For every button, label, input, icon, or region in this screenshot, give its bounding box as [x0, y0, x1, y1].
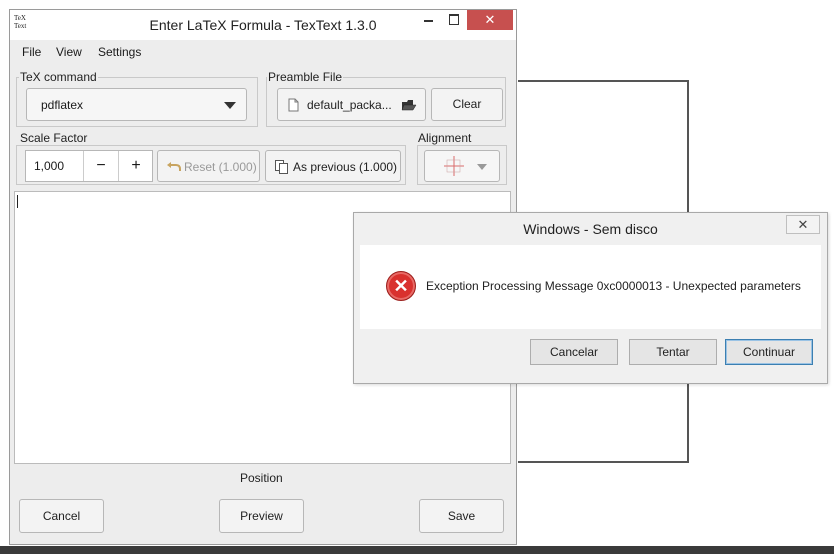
- error-dialog: Windows - Sem disco ✕ ✕ Exception Proces…: [353, 212, 828, 384]
- preamble-label: Preamble File: [267, 70, 344, 84]
- text-cursor: [17, 195, 18, 208]
- close-icon: ✕: [797, 217, 809, 232]
- close-button[interactable]: ✕: [467, 10, 513, 30]
- title-bar: TeX Text Enter LaTeX Formula - TexText 1…: [10, 10, 516, 40]
- close-icon: ✕: [484, 12, 496, 27]
- dialog-title: Windows - Sem disco: [523, 221, 658, 237]
- scale-factor-label: Scale Factor: [19, 131, 89, 145]
- preview-button[interactable]: Preview: [219, 499, 304, 533]
- alignment-select[interactable]: [424, 150, 500, 182]
- alignment-icon: [444, 156, 464, 176]
- dialog-close-button[interactable]: ✕: [786, 215, 820, 234]
- alignment-label: Alignment: [417, 131, 473, 145]
- cancelar-button[interactable]: Cancelar: [530, 339, 618, 365]
- decrement-button[interactable]: −: [84, 151, 118, 181]
- save-button[interactable]: Save: [419, 499, 504, 533]
- as-previous-button[interactable]: As previous (1.000): [265, 150, 401, 182]
- continuar-button[interactable]: Continuar: [725, 339, 813, 365]
- scale-factor-value[interactable]: 1,000: [34, 159, 64, 173]
- reset-scale-button[interactable]: Reset (1.000): [157, 150, 260, 182]
- position-label: Position: [240, 471, 283, 485]
- as-previous-label: As previous (1.000): [293, 160, 398, 174]
- reset-scale-label: Reset (1.000): [184, 160, 257, 174]
- dialog-message: Exception Processing Message 0xc0000013 …: [426, 279, 801, 293]
- minimize-icon: [424, 20, 433, 22]
- tex-command-label: TeX command: [19, 70, 98, 84]
- menu-settings[interactable]: Settings: [98, 45, 141, 59]
- maximize-button[interactable]: [439, 10, 469, 30]
- tentar-button[interactable]: Tentar: [629, 339, 717, 365]
- clear-button[interactable]: Clear: [431, 88, 503, 121]
- undo-icon: [167, 162, 181, 171]
- preamble-file-button[interactable]: default_packa...: [277, 88, 426, 121]
- copy-icon: [275, 160, 288, 174]
- increment-button[interactable]: +: [119, 151, 153, 181]
- error-icon: ✕: [386, 271, 416, 301]
- maximize-icon: [449, 14, 459, 25]
- dialog-body: ✕ Exception Processing Message 0xc000001…: [360, 245, 821, 329]
- menu-file[interactable]: File: [22, 45, 41, 59]
- chevron-down-icon: [224, 102, 236, 109]
- tex-command-value: pdflatex: [41, 98, 84, 112]
- file-icon: [288, 98, 299, 112]
- scale-factor-spinbox: 1,000 − +: [25, 150, 153, 182]
- cancel-button[interactable]: Cancel: [19, 499, 104, 533]
- taskbar-edge: [0, 546, 834, 554]
- chevron-down-icon: [477, 164, 487, 170]
- folder-open-icon: [401, 100, 417, 111]
- menu-view[interactable]: View: [56, 45, 82, 59]
- menu-bar: File View Settings: [10, 40, 516, 64]
- preamble-file-name: default_packa...: [307, 98, 392, 112]
- tex-command-select[interactable]: pdflatex: [26, 88, 247, 121]
